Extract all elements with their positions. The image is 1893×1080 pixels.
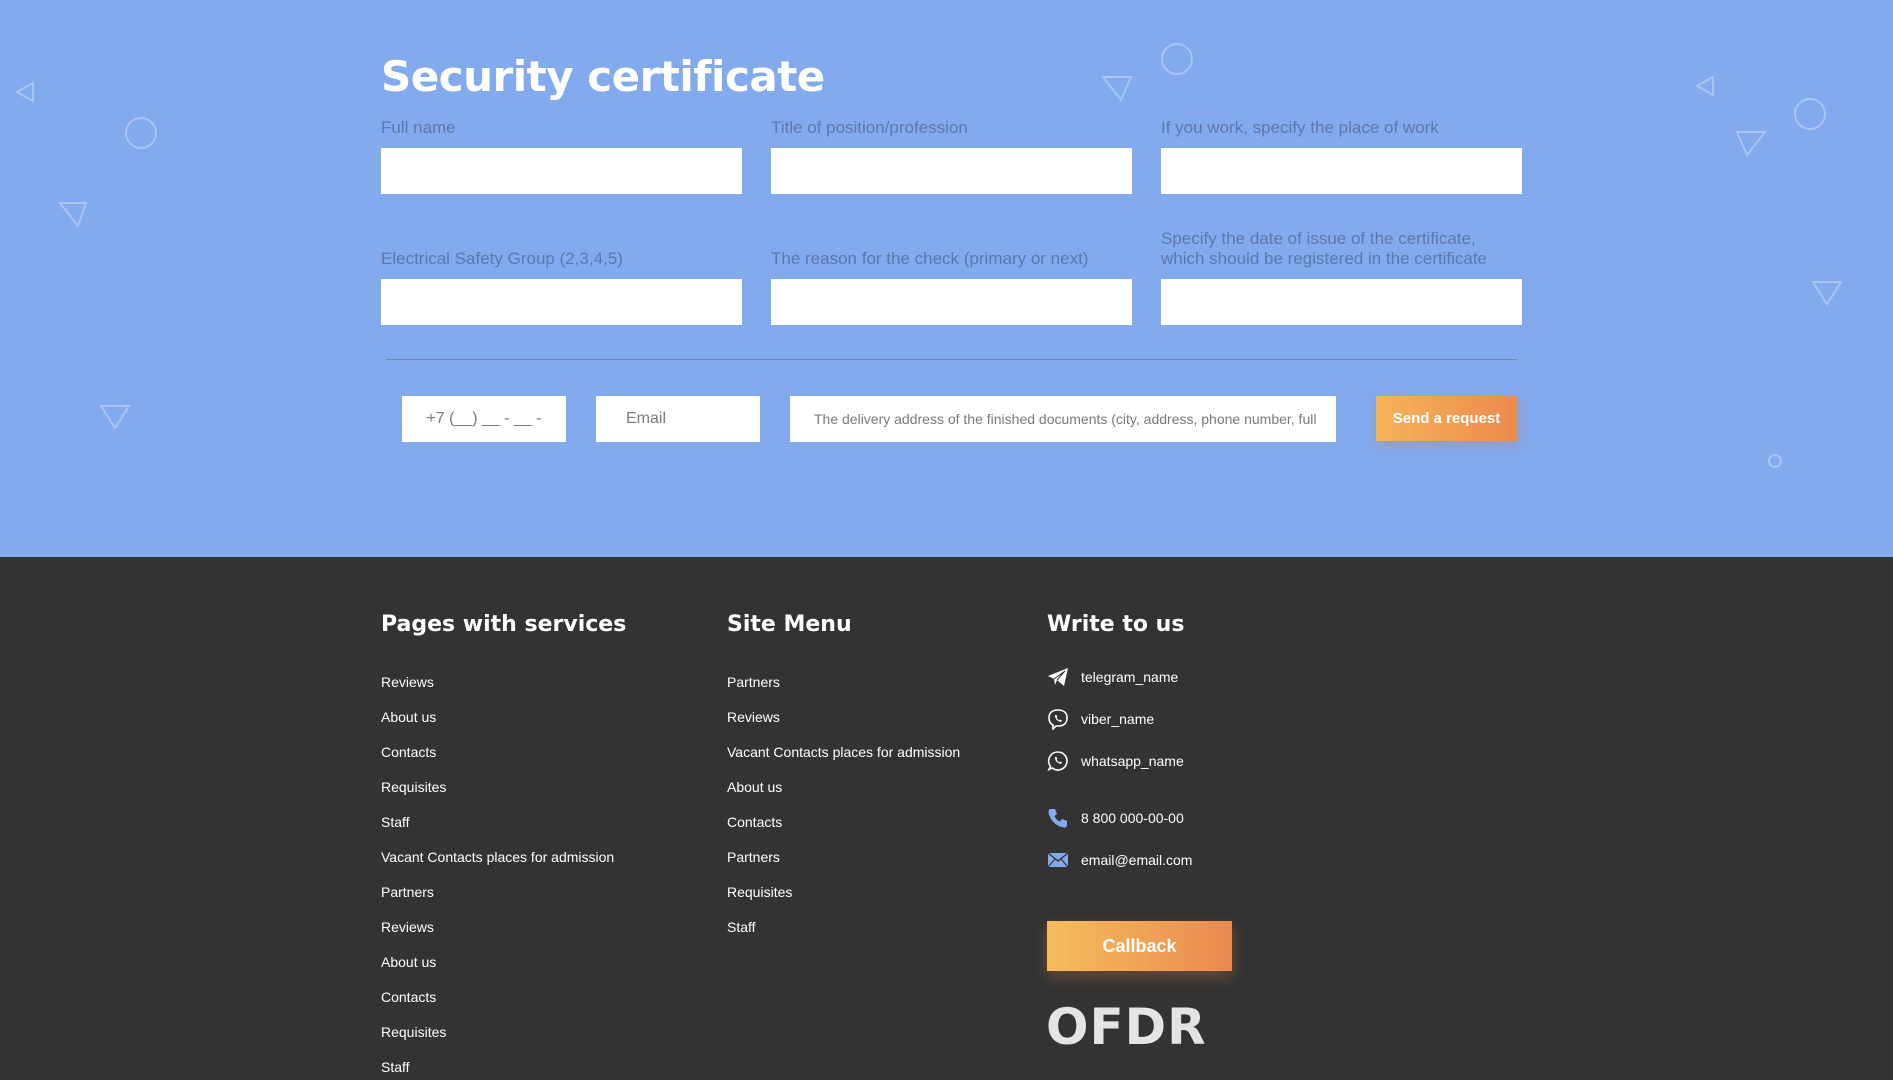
services-link-reviews[interactable]: Reviews — [381, 674, 434, 690]
list-item: Staff — [381, 812, 614, 847]
triangle-decoration-icon — [14, 81, 36, 103]
menu-link-requisites[interactable]: Requisites — [727, 884, 792, 900]
services-link-requisites[interactable]: Requisites — [381, 779, 446, 795]
whatsapp-icon — [1047, 750, 1069, 772]
mail-icon — [1047, 849, 1069, 871]
menu-link-reviews[interactable]: Reviews — [727, 709, 780, 725]
certificate-form-section: Security certificate Full name Title of … — [0, 0, 1893, 557]
list-item: Contacts — [381, 987, 614, 1022]
telegram-name: telegram_name — [1081, 669, 1179, 685]
menu-link-about[interactable]: About us — [727, 779, 782, 795]
triangle-decoration-icon — [58, 200, 88, 228]
services-link-requisites-2[interactable]: Requisites — [381, 1024, 446, 1040]
viber-icon — [1047, 708, 1069, 730]
telegram-contact[interactable]: telegram_name — [1047, 666, 1178, 688]
phone-number: 8 800 000-00-00 — [1081, 810, 1184, 826]
list-item: Staff — [727, 917, 960, 952]
form-divider — [386, 359, 1517, 360]
full-name-input[interactable] — [381, 148, 742, 194]
workplace-input[interactable] — [1161, 148, 1522, 194]
menu-link-partners[interactable]: Partners — [727, 674, 780, 690]
site-menu-link-list: Partners Reviews Vacant Contacts places … — [727, 672, 960, 952]
write-to-us-column-title: Write to us — [1047, 612, 1185, 637]
phone-input[interactable] — [402, 396, 566, 442]
services-link-staff[interactable]: Staff — [381, 814, 410, 830]
list-item: Vacant Contacts places for admission — [381, 847, 614, 882]
logo: OFDR — [1046, 998, 1207, 1056]
list-item: About us — [381, 707, 614, 742]
list-item: Partners — [727, 847, 960, 882]
menu-link-vacant[interactable]: Vacant Contacts places for admission — [727, 744, 960, 760]
list-item: Reviews — [381, 672, 614, 707]
email-contact[interactable]: email@email.com — [1047, 849, 1192, 871]
list-item: Requisites — [381, 1022, 614, 1057]
list-item: Requisites — [381, 777, 614, 812]
services-link-reviews-2[interactable]: Reviews — [381, 919, 434, 935]
list-item: Contacts — [381, 742, 614, 777]
site-menu-column-title: Site Menu — [727, 612, 852, 637]
issue-date-label-line-2: which should be registered in the certif… — [1161, 249, 1488, 268]
whatsapp-contact[interactable]: whatsapp_name — [1047, 750, 1184, 772]
check-reason-input[interactable] — [771, 279, 1132, 325]
email-input[interactable] — [596, 396, 760, 442]
list-item: About us — [727, 777, 960, 812]
page-title: Security certificate — [381, 52, 825, 101]
list-item: Requisites — [727, 882, 960, 917]
check-reason-label: The reason for the check (primary or nex… — [771, 249, 1089, 268]
safety-group-label: Electrical Safety Group (2,3,4,5) — [381, 249, 623, 268]
list-item: Partners — [727, 672, 960, 707]
services-link-partners[interactable]: Partners — [381, 884, 434, 900]
services-link-contacts-2[interactable]: Contacts — [381, 989, 436, 1005]
position-label: Title of position/profession — [771, 118, 968, 137]
list-item: Vacant Contacts places for admission — [727, 742, 960, 777]
list-item: Reviews — [727, 707, 960, 742]
full-name-label: Full name — [381, 118, 456, 137]
telegram-icon — [1047, 666, 1069, 688]
services-link-list: Reviews About us Contacts Requisites Sta… — [381, 672, 614, 1080]
viber-name: viber_name — [1081, 711, 1155, 727]
circle-decoration-icon — [1793, 97, 1827, 131]
services-link-staff-2[interactable]: Staff — [381, 1059, 410, 1075]
menu-link-staff[interactable]: Staff — [727, 919, 756, 935]
circle-decoration-icon — [1767, 453, 1783, 469]
menu-link-partners-2[interactable]: Partners — [727, 849, 780, 865]
services-link-about-2[interactable]: About us — [381, 954, 436, 970]
list-item: Contacts — [727, 812, 960, 847]
issue-date-label: Specify the date of issue of the certifi… — [1161, 229, 1487, 269]
callback-button[interactable]: Callback — [1047, 921, 1232, 971]
viber-contact[interactable]: viber_name — [1047, 708, 1154, 730]
send-request-button[interactable]: Send a request — [1376, 396, 1517, 441]
list-item: Staff — [381, 1057, 614, 1080]
triangle-decoration-icon — [1735, 129, 1767, 157]
issue-date-label-line-1: Specify the date of issue of the certifi… — [1161, 229, 1476, 248]
menu-link-contacts[interactable]: Contacts — [727, 814, 782, 830]
email-address: email@email.com — [1081, 852, 1193, 868]
services-link-vacant[interactable]: Vacant Contacts places for admission — [381, 849, 614, 865]
triangle-decoration-icon — [1694, 75, 1716, 97]
workplace-label: If you work, specify the place of work — [1161, 118, 1439, 137]
circle-decoration-icon — [1160, 42, 1194, 76]
triangle-decoration-icon — [1101, 74, 1133, 102]
triangle-decoration-icon — [1811, 280, 1843, 306]
services-column-title: Pages with services — [381, 612, 627, 637]
list-item: About us — [381, 952, 614, 987]
whatsapp-name: whatsapp_name — [1081, 753, 1184, 769]
list-item: Reviews — [381, 917, 614, 952]
phone-icon — [1047, 807, 1069, 829]
triangle-decoration-icon — [99, 404, 131, 430]
safety-group-input[interactable] — [381, 279, 742, 325]
position-input[interactable] — [771, 148, 1132, 194]
services-link-contacts[interactable]: Contacts — [381, 744, 436, 760]
list-item: Partners — [381, 882, 614, 917]
circle-decoration-icon — [124, 116, 158, 150]
issue-date-input[interactable] — [1161, 279, 1522, 325]
phone-contact[interactable]: 8 800 000-00-00 — [1047, 807, 1184, 829]
delivery-address-input[interactable] — [790, 396, 1336, 442]
services-link-about[interactable]: About us — [381, 709, 436, 725]
